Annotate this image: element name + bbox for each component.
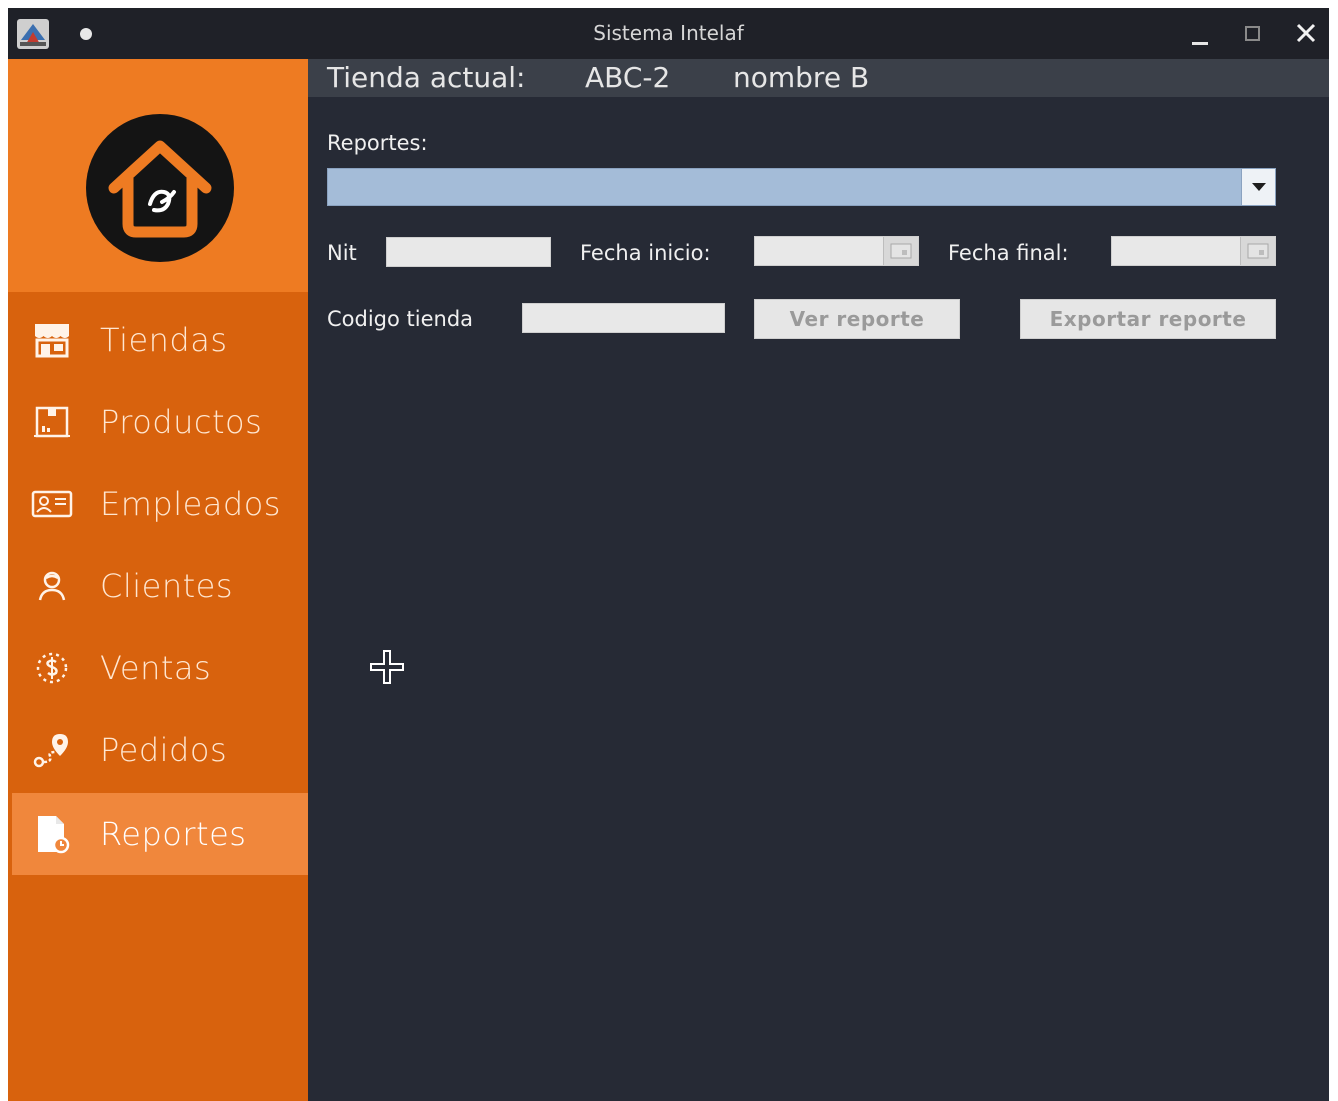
close-icon[interactable] [1286,16,1326,52]
start-date-label: Fecha inicio: [580,241,711,265]
sidebar-item-label: Reportes [100,815,247,853]
store-code-label: Codigo tienda [327,307,474,331]
sidebar-item-tiendas[interactable]: Tiendas [12,299,308,381]
reports-label: Reportes: [327,131,428,155]
id-card-icon [30,482,74,526]
end-date-field[interactable] [1111,236,1276,266]
current-store-header: Tienda actual: ABC-2 nombre B [308,59,1329,97]
maximize-icon[interactable] [1233,16,1273,52]
sidebar-item-pedidos[interactable]: Pedidos [12,709,308,791]
sidebar-item-reportes[interactable]: Reportes [12,793,308,875]
box-icon [30,400,74,444]
title-bar: Sistema Intelaf [8,8,1329,59]
sidebar-item-clientes[interactable]: Clientes [12,545,308,627]
sidebar-item-label: Empleados [100,485,281,523]
user-icon [30,564,74,608]
store-icon [30,318,74,362]
sidebar-item-label: Tiendas [100,321,228,359]
sidebar-item-ventas[interactable]: Ventas [12,627,308,709]
sidebar-item-productos[interactable]: Productos [12,381,308,463]
sidebar-item-label: Ventas [100,649,212,687]
report-select[interactable] [327,168,1276,206]
end-date-label: Fecha final: [948,241,1069,265]
current-store-label: Tienda actual: [327,61,526,94]
start-date-field[interactable] [754,236,919,266]
view-report-button[interactable]: Ver reporte [754,299,960,339]
nit-field[interactable] [386,237,551,267]
crosshair-cursor-icon [370,650,404,684]
current-store-code: ABC-2 [585,61,671,94]
calendar-icon[interactable] [883,237,918,265]
minimize-icon[interactable] [1180,16,1220,52]
route-pin-icon [30,728,74,772]
calendar-icon[interactable] [1240,237,1275,265]
report-icon [30,812,74,856]
sidebar-item-label: Productos [100,403,263,441]
current-store-name: nombre B [733,61,870,94]
nit-label: Nit [327,241,357,265]
sidebar: Tiendas Productos Empleados Clientes Ven… [8,59,308,1101]
sidebar-item-empleados[interactable]: Empleados [12,463,308,545]
sidebar-item-label: Clientes [100,567,233,605]
logo-area [8,59,308,292]
sidebar-item-label: Pedidos [100,731,228,769]
chevron-down-icon[interactable] [1241,169,1275,205]
app-window: Sistema Intelaf Tiendas Productos Emplea… [8,8,1329,1101]
logo [86,114,234,262]
window-title: Sistema Intelaf [593,21,744,45]
money-icon [30,646,74,690]
export-report-button[interactable]: Exportar reporte [1020,299,1276,339]
store-code-field[interactable] [522,303,725,333]
